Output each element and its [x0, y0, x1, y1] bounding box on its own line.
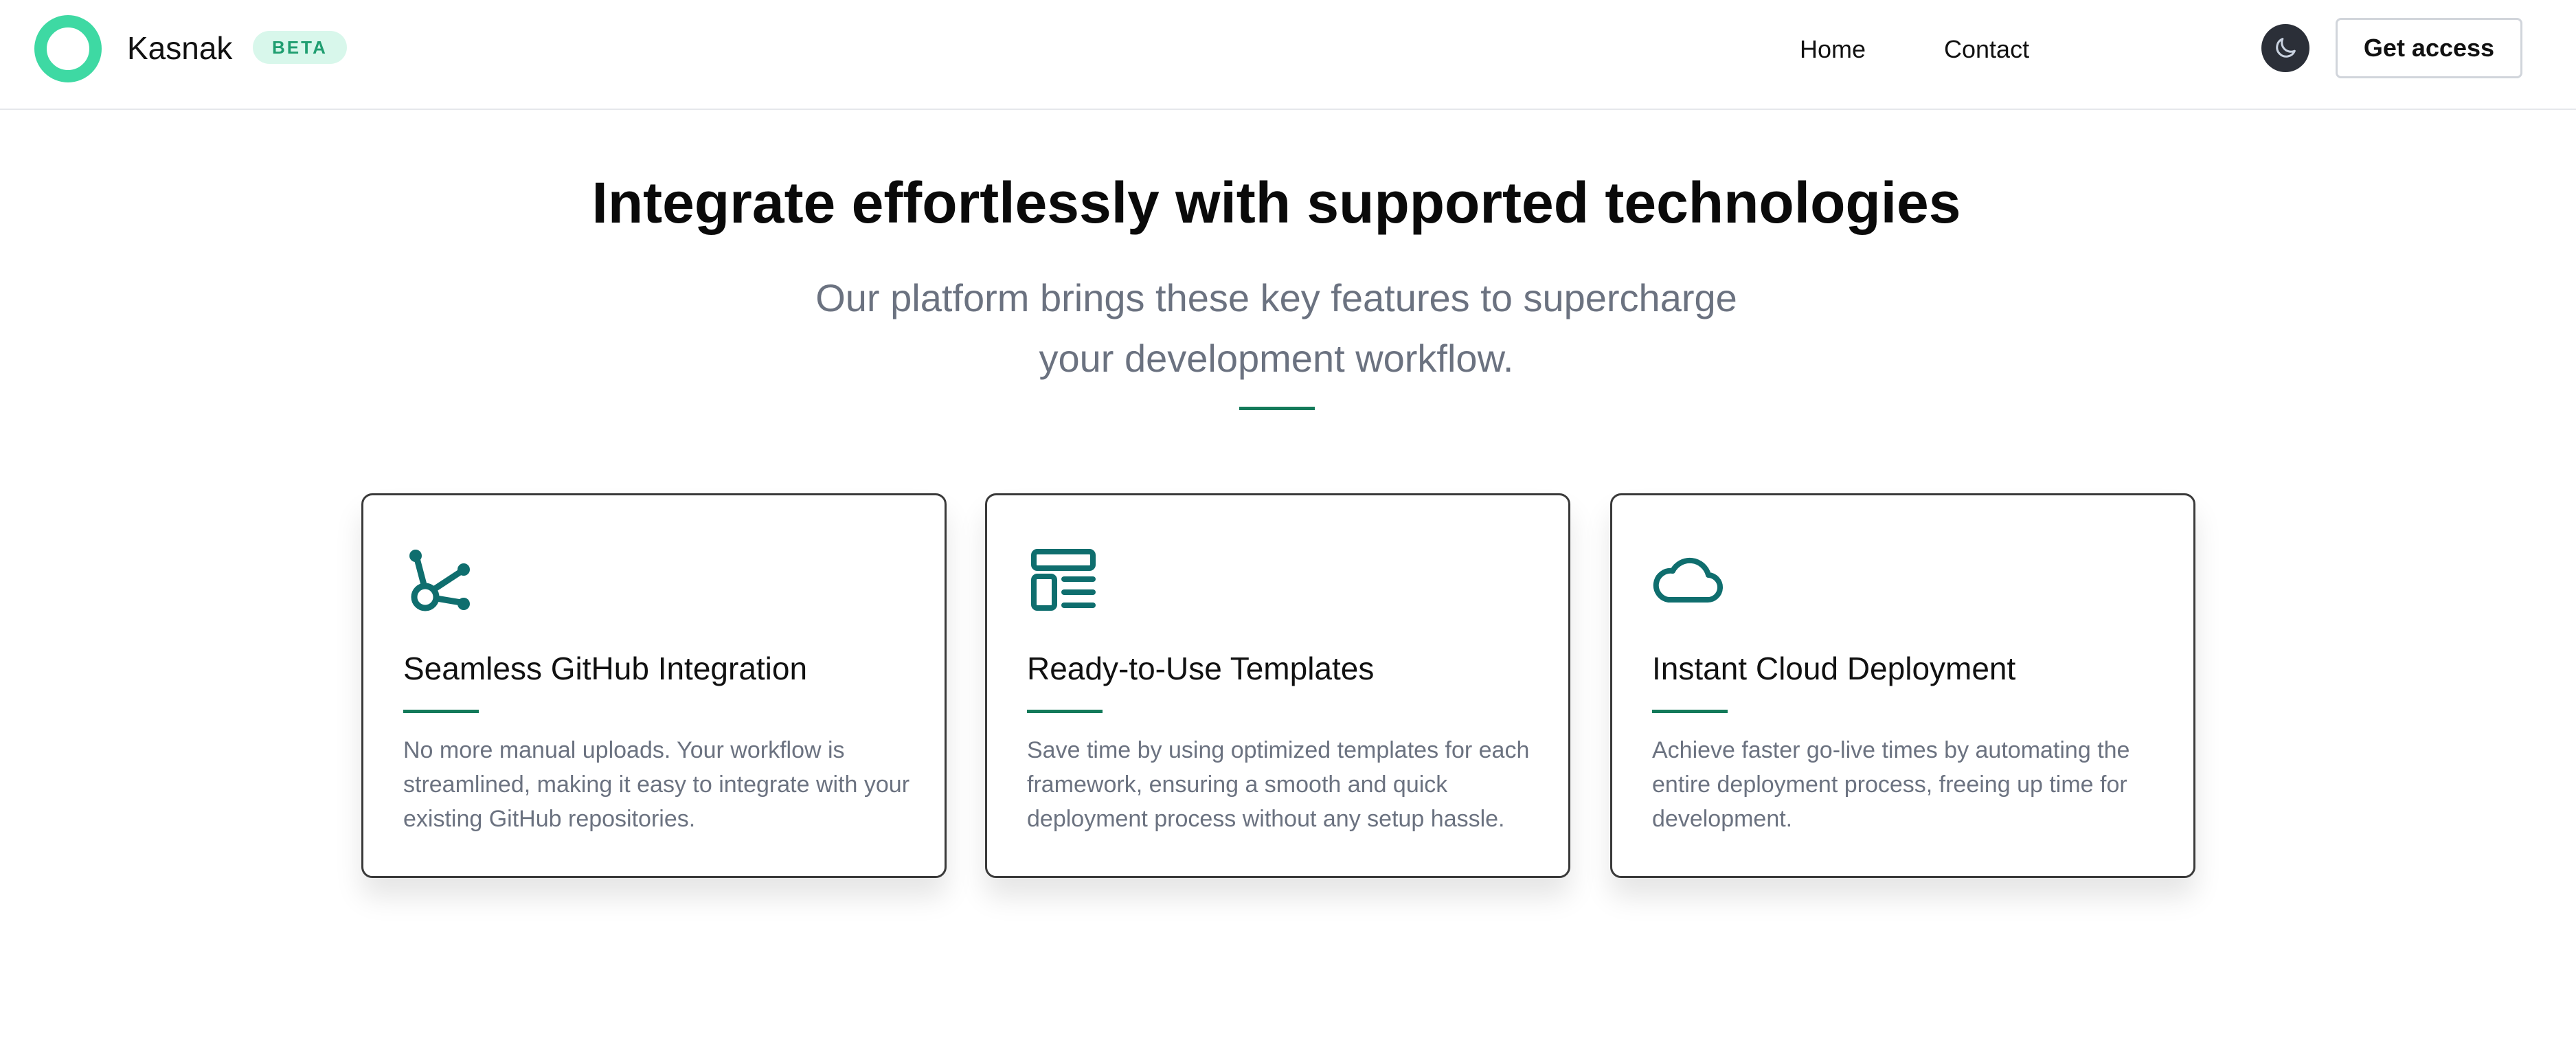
template-layout-icon	[1031, 549, 1096, 611]
feature-divider	[1027, 710, 1103, 713]
git-branch-icon	[409, 550, 470, 611]
feature-description: Achieve faster go-live times by automati…	[1652, 737, 2130, 832]
nav-link-contact[interactable]: Contact	[1944, 33, 2029, 66]
brand-name[interactable]: Kasnak	[127, 29, 232, 67]
feature-card-cloud: Instant Cloud Deployment Achieve faster …	[1610, 493, 2195, 878]
hero-divider	[1239, 407, 1315, 410]
nav-link-home[interactable]: Home	[1800, 33, 1866, 66]
site-header: Kasnak BETA Home Contact Get access	[0, 0, 2576, 110]
feature-title: Instant Cloud Deployment	[1652, 651, 2016, 686]
theme-toggle-button[interactable]	[2261, 24, 2309, 72]
hero-subtitle: Our platform brings these key features t…	[815, 276, 1737, 380]
moon-icon	[2276, 38, 2296, 58]
feature-divider	[1652, 710, 1728, 713]
get-access-button[interactable]: Get access	[2336, 18, 2522, 78]
feature-card-templates: Ready-to-Use Templates Save time by usin…	[985, 493, 1570, 878]
beta-badge: BETA	[253, 31, 347, 64]
feature-title: Seamless GitHub Integration	[403, 651, 808, 686]
logo-icon[interactable]	[34, 15, 102, 82]
page: Kasnak BETA Home Contact Get access Inte…	[0, 0, 2576, 1058]
hero-title: Integrate effortlessly with supported te…	[591, 170, 1961, 235]
cloud-icon	[1653, 557, 1724, 603]
feature-card-github: Seamless GitHub Integration No more manu…	[361, 493, 947, 878]
feature-divider	[403, 710, 479, 713]
feature-description: No more manual uploads. Your workflow is…	[403, 737, 910, 832]
feature-description: Save time by using optimized templates f…	[1027, 737, 1530, 832]
feature-title: Ready-to-Use Templates	[1027, 651, 1375, 686]
